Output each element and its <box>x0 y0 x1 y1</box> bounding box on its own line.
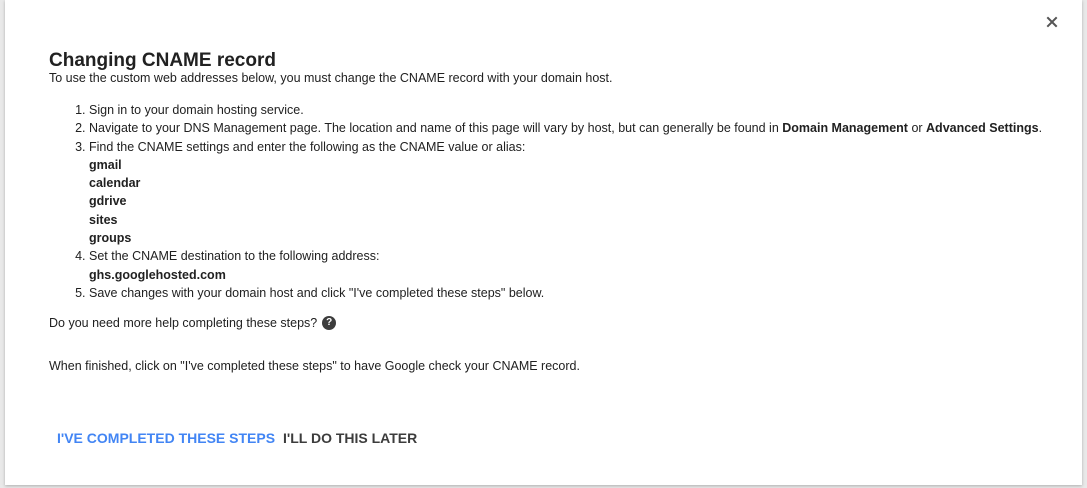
alias-value: gmail <box>89 157 122 172</box>
step-text: or <box>907 121 927 136</box>
steps-list: Sign in to your domain hosting service. … <box>49 101 1042 302</box>
step-item: Find the CNAME settings and enter the fo… <box>89 138 1042 248</box>
do-later-button[interactable]: I'LL DO THIS LATER <box>275 425 425 451</box>
close-icon <box>1046 16 1058 28</box>
step-item: Sign in to your domain hosting service. <box>89 101 1042 119</box>
intro-text: To use the custom web addresses below, y… <box>49 71 613 85</box>
cname-dialog: Changing CNAME record To use the custom … <box>5 0 1082 485</box>
step-text: Set the CNAME destination to the followi… <box>89 249 380 264</box>
step-item: Save changes with your domain host and c… <box>89 284 1042 302</box>
step-text: Navigate to your DNS Management page. Th… <box>89 121 783 136</box>
alias-value: groups <box>89 231 132 246</box>
alias-value: gdrive <box>89 194 127 209</box>
help-row: Do you need more help completing these s… <box>49 315 337 331</box>
step-item: Set the CNAME destination to the followi… <box>89 247 1042 284</box>
destination-value: ghs.googlehosted.com <box>89 267 226 282</box>
help-icon[interactable]: ? <box>322 316 337 330</box>
finish-instructions: When finished, click on "I've completed … <box>49 359 580 373</box>
completed-steps-button[interactable]: I'VE COMPLETED THESE STEPS <box>49 425 283 451</box>
step-text: . <box>1038 121 1043 136</box>
domain-management-label: Domain Management <box>782 121 908 136</box>
step-item: Navigate to your DNS Management page. Th… <box>89 119 1042 137</box>
step-text: Find the CNAME settings and enter the fo… <box>89 139 526 154</box>
advanced-settings-label: Advanced Settings <box>926 121 1039 136</box>
close-button[interactable] <box>1042 12 1062 32</box>
alias-value: calendar <box>89 176 141 191</box>
step-text: Save changes with your domain host and c… <box>89 285 545 300</box>
alias-value: sites <box>89 212 118 227</box>
step-text: Sign in to your domain hosting service. <box>89 103 304 117</box>
help-text: Do you need more help completing these s… <box>49 316 318 330</box>
